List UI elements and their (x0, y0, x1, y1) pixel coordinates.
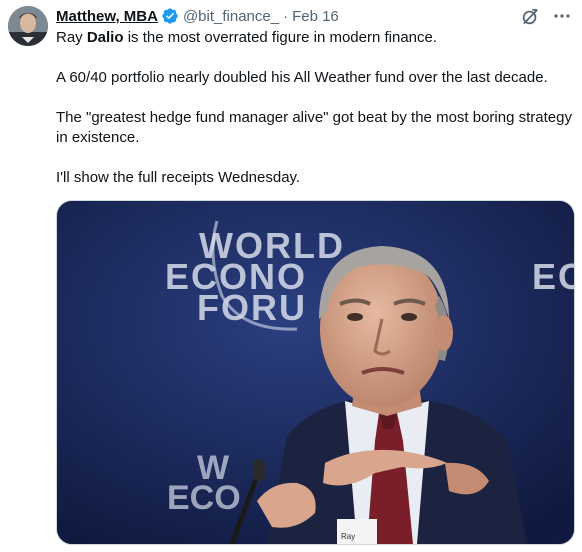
backdrop-text-right: EC (532, 256, 574, 297)
grok-icon[interactable] (520, 6, 540, 26)
author-name[interactable]: Matthew, MBA (56, 8, 158, 25)
text-segment: Ray (56, 29, 87, 46)
tweet-paragraph-4: I'll show the full receipts Wednesday. (56, 169, 301, 186)
author-handle[interactable]: @bit_finance_ (183, 8, 279, 25)
backdrop-text-lower-2: ECO (167, 479, 241, 517)
tweet-paragraph-1: Ray Dalio is the most overrated figure i… (56, 28, 576, 48)
name-badge-text: Ray (341, 532, 355, 541)
photo-speaker-at-forum: WORLD ECONO FORU EC W ECO (57, 201, 574, 544)
bold-text: Dalio (86, 29, 124, 46)
text-segment: is the most overrated figure in modern f… (123, 29, 438, 46)
tweet-paragraph-3: The "greatest hedge fund manager alive" … (56, 109, 572, 146)
tweet-photo[interactable]: WORLD ECONO FORU EC W ECO (56, 200, 575, 545)
tweet-text: Ray Dalio is the most overrated figure i… (56, 28, 576, 208)
tweet-paragraph-2: A 60/40 portfolio nearly doubled his All… (56, 69, 548, 86)
avatar-image (8, 6, 48, 46)
tweet-header: Matthew, MBA @bit_finance_ · Feb 16 (56, 6, 339, 26)
author-avatar[interactable] (8, 6, 48, 46)
verified-badge-icon (161, 7, 179, 25)
tweet-date[interactable]: Feb 16 (292, 8, 339, 25)
header-actions (520, 6, 572, 26)
separator-dot: · (283, 7, 289, 25)
more-options-icon[interactable] (552, 6, 572, 26)
